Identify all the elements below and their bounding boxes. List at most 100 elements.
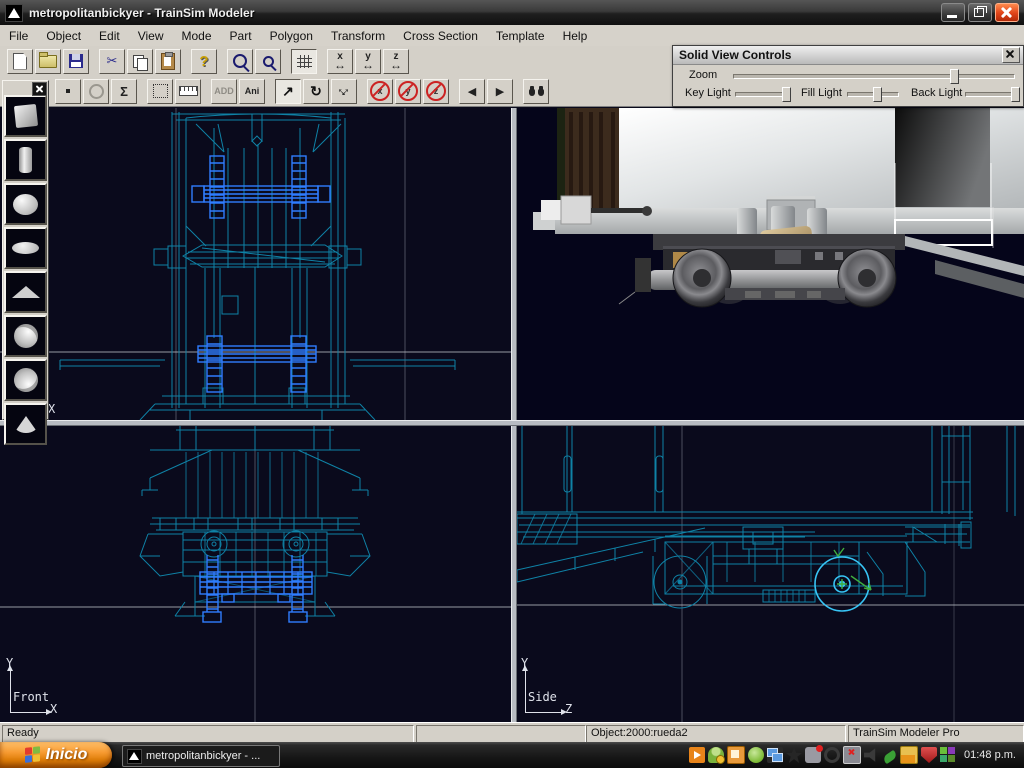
tool-textured-sphere-primitive[interactable] xyxy=(4,315,47,357)
key-light-slider-track[interactable] xyxy=(735,92,789,97)
menu-polygon[interactable]: Polygon xyxy=(261,27,322,45)
circle-tool-button[interactable] xyxy=(83,79,109,104)
grid-icon xyxy=(297,55,312,68)
back-light-slider-thumb[interactable] xyxy=(1011,87,1020,102)
star-tray-icon[interactable] xyxy=(786,747,802,763)
key-light-slider-thumb[interactable] xyxy=(782,87,791,102)
axis-z-button[interactable]: z↔ xyxy=(383,49,409,74)
axis-y-button[interactable]: y↔ xyxy=(355,49,381,74)
solid-view-controls-close-button[interactable] xyxy=(1002,47,1020,63)
fill-light-slider-thumb[interactable] xyxy=(873,87,882,102)
viewport-splitter-vertical[interactable] xyxy=(511,108,517,722)
new-button[interactable] xyxy=(7,49,33,74)
copy-button[interactable] xyxy=(127,49,153,74)
marquee-select-button[interactable] xyxy=(147,79,173,104)
messenger-user-tray-icon[interactable] xyxy=(708,747,724,763)
scale-tool-button[interactable]: ↔↔ xyxy=(331,79,357,104)
save-button[interactable] xyxy=(63,49,89,74)
help-button[interactable]: ? xyxy=(191,49,217,74)
menu-cross-section[interactable]: Cross Section xyxy=(394,27,487,45)
viewport-perspective[interactable] xyxy=(515,108,1024,420)
close-button[interactable] xyxy=(995,3,1019,22)
zoom-slider-track[interactable] xyxy=(733,74,1015,79)
tool-prism-primitive[interactable] xyxy=(4,271,47,313)
viewport-splitter-horizontal[interactable] xyxy=(0,420,1024,426)
viewport-side[interactable]: Y Side Z xyxy=(515,424,1024,722)
zoom-out-button[interactable] xyxy=(255,49,281,74)
render-3d-canvas[interactable] xyxy=(515,108,1024,420)
animate-button[interactable]: Ani xyxy=(239,79,265,104)
picture-viewer-tray-icon[interactable] xyxy=(727,746,745,764)
tool-disc-primitive[interactable] xyxy=(4,227,47,269)
cut-scissors-icon: ✂ xyxy=(107,53,118,69)
zoom-slider-thumb[interactable] xyxy=(950,69,959,84)
tool-textured-sphere2-primitive[interactable] xyxy=(4,359,47,401)
next-button[interactable]: ▶ xyxy=(487,79,513,104)
tool-sphere-primitive[interactable] xyxy=(4,183,47,225)
menu-file[interactable]: File xyxy=(0,27,37,45)
primitive-tool-palette xyxy=(2,80,49,420)
lock-y-button[interactable]: y xyxy=(395,79,421,104)
sum-tool-button[interactable]: Σ xyxy=(111,79,137,104)
palette-close-button[interactable] xyxy=(32,82,47,96)
menu-template[interactable]: Template xyxy=(487,27,554,45)
search-warning-tray-icon[interactable] xyxy=(824,747,840,763)
point-tool-button[interactable] xyxy=(55,79,81,104)
previous-button[interactable]: ◀ xyxy=(459,79,485,104)
media-play-tray-icon[interactable] xyxy=(689,747,705,763)
fill-light-slider-track[interactable] xyxy=(847,92,899,97)
viewport-front[interactable]: Y Front X xyxy=(0,424,511,722)
menu-edit[interactable]: Edit xyxy=(90,27,129,45)
ruler-button[interactable] xyxy=(175,79,201,104)
paste-button[interactable] xyxy=(155,49,181,74)
side-view-wireframe-canvas[interactable] xyxy=(515,424,1024,722)
axis-x-button[interactable]: x↔ xyxy=(327,49,353,74)
cut-button[interactable]: ✂ xyxy=(99,49,125,74)
grid-toggle-button[interactable] xyxy=(291,49,317,74)
voip-phone-tray-icon[interactable] xyxy=(882,750,898,765)
taskbar-clock[interactable]: 01:48 p.m. xyxy=(964,749,1016,761)
back-light-slider-track[interactable] xyxy=(965,92,1017,97)
binoculars-icon xyxy=(529,86,544,96)
front-view-wireframe-canvas[interactable] xyxy=(0,424,511,722)
lock-z-button[interactable]: z xyxy=(423,79,449,104)
front-y-axis-line xyxy=(10,670,11,712)
tool-box-primitive[interactable] xyxy=(4,95,47,137)
ruler-icon xyxy=(179,86,198,96)
phone-alert-tray-icon[interactable] xyxy=(805,747,821,763)
restore-button[interactable] xyxy=(968,3,992,22)
taskbar-item-trainsim[interactable]: metropolitanbickyer - ... xyxy=(122,745,280,767)
security-shield-tray-icon[interactable] xyxy=(921,747,937,763)
palette-titlebar[interactable] xyxy=(3,81,48,95)
folder-tray-icon[interactable] xyxy=(900,746,918,764)
front-viewport-name: Front xyxy=(13,690,49,704)
menu-help[interactable]: Help xyxy=(554,27,597,45)
antivirus-tray-icon[interactable] xyxy=(748,747,764,763)
color-grid-tray-icon[interactable] xyxy=(940,747,956,763)
menu-part[interactable]: Part xyxy=(221,27,261,45)
open-button[interactable] xyxy=(35,49,61,74)
lock-x-button[interactable]: x xyxy=(367,79,393,104)
start-button[interactable]: Inicio xyxy=(0,742,112,768)
tool-cylinder-primitive[interactable] xyxy=(4,139,47,181)
top-view-wireframe-canvas[interactable] xyxy=(0,108,511,420)
volume-tray-icon[interactable] xyxy=(864,747,880,763)
no-y-icon: y xyxy=(398,81,418,101)
side-y-axis-line xyxy=(525,670,526,712)
viewport-top[interactable]: X xyxy=(0,108,511,420)
minimize-button[interactable] xyxy=(941,3,965,22)
menu-object[interactable]: Object xyxy=(37,27,90,45)
find-button[interactable] xyxy=(523,79,549,104)
rotate-tool-button[interactable]: ↻ xyxy=(303,79,329,104)
move-tool-button[interactable]: ↗ xyxy=(275,79,301,104)
menu-view[interactable]: View xyxy=(129,27,173,45)
app-icon[interactable] xyxy=(5,4,23,22)
network-monitors-tray-icon[interactable] xyxy=(767,747,783,763)
monitor-error-tray-icon[interactable] xyxy=(843,746,861,764)
tool-cone-primitive[interactable] xyxy=(4,403,47,445)
zoom-in-button[interactable] xyxy=(227,49,253,74)
add-button[interactable]: ADD xyxy=(211,79,237,104)
menu-mode[interactable]: Mode xyxy=(173,27,221,45)
menu-transform[interactable]: Transform xyxy=(322,27,394,45)
solid-view-controls-titlebar[interactable]: Solid View Controls xyxy=(673,46,1023,65)
